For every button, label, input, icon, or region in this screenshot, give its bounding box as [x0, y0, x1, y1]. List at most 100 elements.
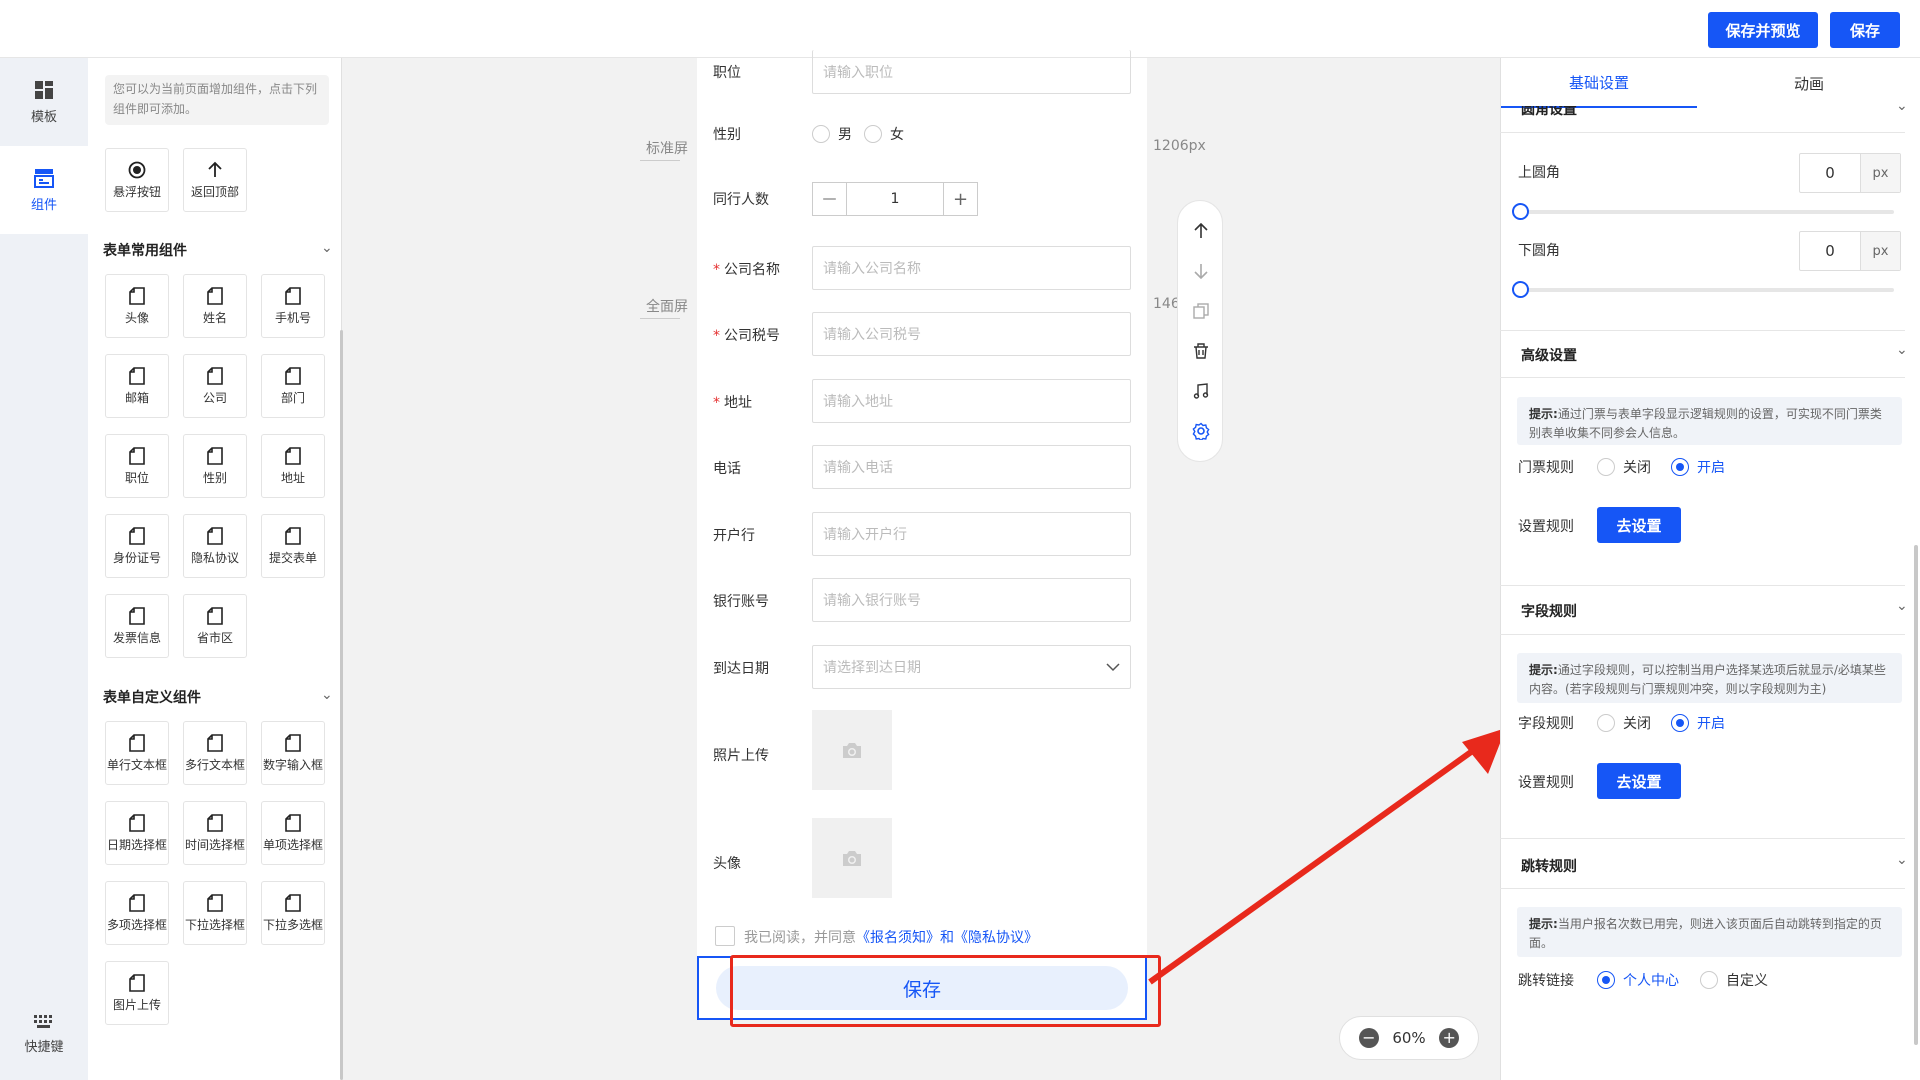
stepper-minus-button[interactable]: — — [813, 183, 847, 215]
rail-item-shortcuts[interactable]: 快捷键 — [0, 990, 88, 1078]
advanced-set-button[interactable]: 去设置 — [1597, 507, 1681, 543]
field-set-button[interactable]: 去设置 — [1597, 763, 1681, 799]
tile-component[interactable]: 地址 — [261, 434, 325, 498]
gender-male-option[interactable]: 男 — [812, 124, 852, 144]
tax-input[interactable]: 请输入公司税号 — [812, 312, 1131, 356]
agree-checkbox[interactable] — [715, 926, 735, 946]
move-down-button[interactable] — [1178, 253, 1224, 289]
section-advanced[interactable]: 高级设置 — [1521, 345, 1577, 365]
settings-scrollbar[interactable] — [1914, 545, 1918, 1045]
field-rule-on[interactable]: 开启 — [1671, 713, 1725, 733]
zoom-out-button[interactable]: − — [1358, 1028, 1379, 1048]
tile-component[interactable]: 省市区 — [183, 594, 247, 658]
arrow-up-icon — [208, 161, 222, 177]
component-icon — [129, 366, 145, 385]
field-label-position: 职位 — [713, 65, 741, 81]
tile-label: 发票信息 — [112, 630, 161, 645]
account-input[interactable]: 请输入银行账号 — [812, 578, 1131, 622]
bank-input[interactable]: 请输入开户行 — [812, 512, 1131, 556]
field-rule-off[interactable]: 关闭 — [1597, 713, 1651, 733]
ruler-standard-width: 1206px — [1153, 138, 1206, 154]
tile-component[interactable]: 身份证号 — [105, 514, 169, 578]
rail-item-template[interactable]: 模板 — [0, 58, 88, 146]
company-input[interactable]: 请输入公司名称 — [812, 246, 1131, 290]
section-custom[interactable]: 表单自定义组件 ⌄ — [103, 687, 333, 707]
settings-button[interactable] — [1178, 413, 1224, 449]
phone-input[interactable]: 请输入电话 — [812, 445, 1131, 489]
chevron-down-icon[interactable]: ⌄ — [1896, 98, 1908, 114]
template-icon — [35, 80, 53, 99]
jump-option-personal[interactable]: 个人中心 — [1597, 970, 1679, 990]
section-jump-rules[interactable]: 跳转规则 — [1521, 856, 1577, 876]
tile-component[interactable]: 隐私协议 — [183, 514, 247, 578]
chevron-down-icon[interactable]: ⌄ — [1896, 342, 1908, 358]
ticket-rule-on[interactable]: 开启 — [1671, 457, 1725, 477]
zoom-in-button[interactable]: + — [1439, 1028, 1460, 1048]
tile-component[interactable]: 多行文本框 — [183, 721, 247, 785]
tile-component[interactable]: 时间选择框 — [183, 801, 247, 865]
tile-component[interactable]: 日期选择框 — [105, 801, 169, 865]
avatar-upload[interactable] — [812, 818, 892, 898]
tile-component[interactable]: 头像 — [105, 274, 169, 338]
ticket-rule-off[interactable]: 关闭 — [1597, 457, 1651, 477]
slider-handle[interactable] — [1512, 203, 1529, 220]
tile-float-button[interactable]: 悬浮按钮 — [105, 148, 169, 212]
ruler-line — [640, 160, 680, 161]
arrival-date-select[interactable]: 请选择到达日期 — [812, 645, 1131, 689]
tile-component[interactable]: 姓名 — [183, 274, 247, 338]
annotation-highlight-box — [730, 955, 1161, 1027]
tile-component[interactable]: 下拉多选框 — [261, 881, 325, 945]
radio-icon — [1597, 714, 1615, 732]
jump-rules-tip: 提示:当用户报名次数已用完，则进入该页面后自动跳转到指定的页面。 — [1517, 907, 1902, 957]
tile-component[interactable]: 数字输入框 — [261, 721, 325, 785]
divider — [1500, 132, 1905, 133]
music-button[interactable] — [1178, 373, 1224, 409]
stepper-value[interactable]: 1 — [847, 183, 943, 215]
jump-option-custom[interactable]: 自定义 — [1700, 970, 1768, 990]
tab-animation[interactable]: 动画 — [1697, 58, 1920, 108]
chevron-down-icon[interactable]: ⌄ — [1896, 852, 1908, 868]
tile-component[interactable]: 性别 — [183, 434, 247, 498]
slider-handle[interactable] — [1512, 281, 1529, 298]
photo-upload[interactable] — [812, 710, 892, 790]
delete-button[interactable] — [1178, 333, 1224, 369]
tile-component[interactable]: 提交表单 — [261, 514, 325, 578]
position-input[interactable]: 请输入职位 — [812, 50, 1131, 94]
save-button[interactable]: 保存 — [1830, 12, 1900, 48]
gender-female-option[interactable]: 女 — [864, 124, 904, 144]
agreement-link[interactable]: 《报名须知》和《隐私协议》 — [856, 930, 1038, 946]
tile-component[interactable]: 公司 — [183, 354, 247, 418]
tile-component[interactable]: 部门 — [261, 354, 325, 418]
tile-label: 日期选择框 — [106, 837, 167, 852]
copy-button[interactable] — [1178, 293, 1224, 329]
bottom-radius-slider[interactable] — [1512, 281, 1894, 298]
tile-component[interactable]: 单行文本框 — [105, 721, 169, 785]
top-radius-value[interactable]: 0 — [1800, 154, 1860, 192]
section-field-rules[interactable]: 字段规则 — [1521, 601, 1577, 621]
tile-component[interactable]: 发票信息 — [105, 594, 169, 658]
move-up-button[interactable] — [1178, 213, 1224, 249]
tile-back-to-top[interactable]: 返回顶部 — [183, 148, 247, 212]
rail-label-shortcuts: 快捷键 — [24, 1039, 64, 1055]
tab-basic[interactable]: 基础设置 — [1501, 58, 1697, 108]
tile-component[interactable]: 职位 — [105, 434, 169, 498]
bottom-radius-input[interactable]: 0 px — [1799, 231, 1901, 271]
element-toolbar — [1177, 200, 1223, 462]
bottom-radius-value[interactable]: 0 — [1800, 232, 1860, 270]
tile-component[interactable]: 图片上传 — [105, 961, 169, 1025]
address-input[interactable]: 请输入地址 — [812, 379, 1131, 423]
save-preview-button[interactable]: 保存并预览 — [1708, 12, 1818, 48]
section-common[interactable]: 表单常用组件 ⌄ — [103, 240, 333, 260]
top-radius-input[interactable]: 0 px — [1799, 153, 1901, 193]
tile-component[interactable]: 多项选择框 — [105, 881, 169, 945]
tile-component[interactable]: 下拉选择框 — [183, 881, 247, 945]
stepper-plus-button[interactable]: + — [943, 183, 977, 215]
tile-label: 职位 — [124, 470, 149, 485]
top-radius-slider[interactable] — [1512, 203, 1894, 220]
tile-component[interactable]: 邮箱 — [105, 354, 169, 418]
tile-component[interactable]: 单项选择框 — [261, 801, 325, 865]
chevron-down-icon[interactable]: ⌄ — [1896, 598, 1908, 614]
component-icon — [129, 733, 145, 752]
rail-item-components[interactable]: 组件 — [0, 146, 88, 234]
tile-component[interactable]: 手机号 — [261, 274, 325, 338]
